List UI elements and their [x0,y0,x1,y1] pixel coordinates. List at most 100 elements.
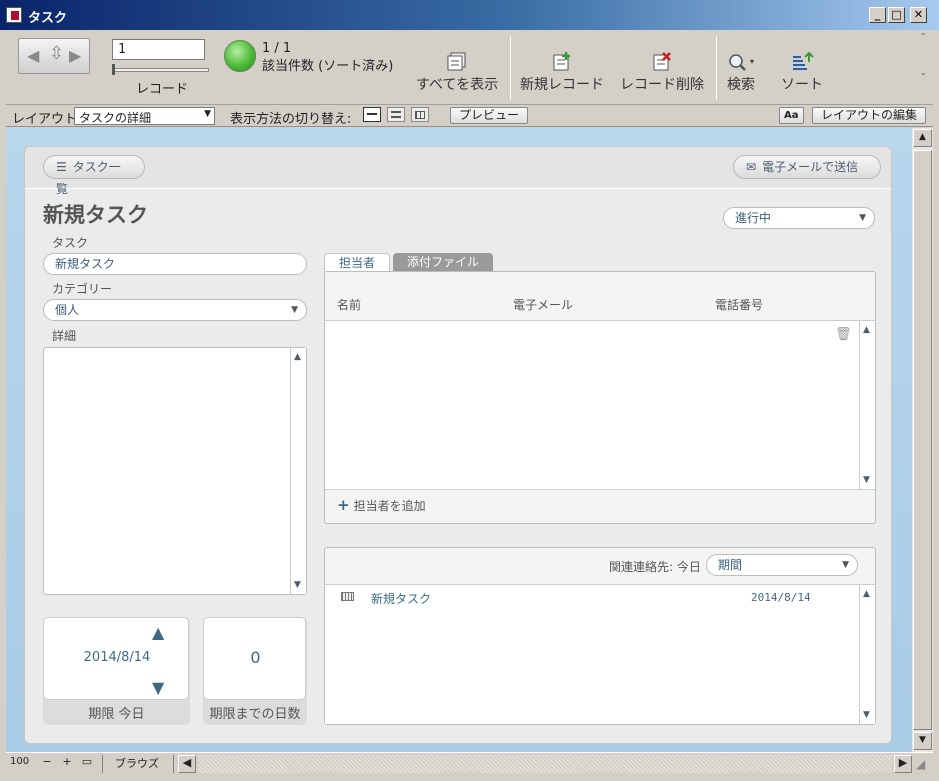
category-dropdown-value: 個人 [55,303,80,317]
form-view-button[interactable] [363,107,381,122]
list-icon: ☰ [56,160,67,174]
assignees-panel: 名前 電子メール 電話番号 🗑 ▲ ▼ + 担当者を追加 [324,271,876,524]
assignees-list: 🗑 ▲ ▼ [325,320,875,490]
zoom-level[interactable]: 100 [10,756,29,767]
category-dropdown[interactable]: 個人 ▼ [43,299,307,321]
sort-label: ソート [781,77,823,93]
days-until-box: 0 [203,617,306,700]
due-date-label: 期限 今日 [88,707,145,722]
prev-record-icon[interactable]: ◀ [27,46,39,65]
days-until-value: 0 [250,648,261,667]
assignees-scrollbar[interactable]: ▲ ▼ [859,321,875,489]
record-slider-handle[interactable] [112,64,115,75]
period-dropdown[interactable]: 期間 ▼ [706,554,858,576]
close-button[interactable]: ✕ [910,7,927,23]
scroll-down-icon[interactable]: ▼ [863,710,870,720]
task-detail-card: ☰ タスク一覧 ✉ 電子メールで送信 新規タスク 進行中 ▼ タスク 新規タスク カテ… [24,146,892,744]
text-size-icon[interactable]: Aa [779,107,804,124]
card-header: ☰ タスク一覧 ✉ 電子メールで送信 [25,147,891,196]
found-count-number: 1 / 1 [262,41,292,56]
trash-icon[interactable]: 🗑 [835,327,852,342]
details-label: 詳細 [52,329,77,343]
view-as-label: 表示方法の切り替え: [230,112,352,127]
minimize-button[interactable]: _ [869,7,886,23]
details-textarea[interactable]: ▲ ▼ [43,347,307,595]
date-down-icon[interactable]: ▼ [152,678,164,697]
days-until-label: 期限までの日数 [209,707,301,722]
sort-button[interactable]: ソート [781,52,823,94]
layout-bar: レイアウト: タスクの詳細 ▼ 表示方法の切り替え: プレビュー Aa レイアウト… [6,105,933,127]
found-set-pie-icon [224,40,256,72]
column-header-name: 名前 [337,298,362,312]
toolbar-collapse-icon[interactable]: ⌃ ⌄ [920,32,927,77]
zoom-in-icon[interactable]: + [58,755,76,773]
due-date-box: ▲ 2014/8/14 ▼ [43,617,189,700]
found-count: 1 / 1 該当件数 (ソート済み) [262,40,393,76]
toolbar-toggle-icon[interactable]: ▭ [78,755,96,773]
scroll-down-icon[interactable]: ▼ [913,732,932,750]
delete-record-button[interactable]: レコード削除 [620,52,704,94]
details-scrollbar[interactable]: ▲ ▼ [290,348,306,594]
preview-button[interactable]: プレビュー [450,107,529,124]
scroll-up-icon[interactable]: ▲ [294,352,301,362]
new-record-button[interactable]: 新規レコード [520,52,604,94]
record-label: レコード [136,82,189,97]
find-label: 検索 [727,77,755,93]
calendar-icon [341,592,354,601]
window-title-bar: タスク _ □ ✕ [0,0,939,30]
envelope-icon: ✉ [746,160,757,174]
sort-icon [793,52,814,70]
list-view-button[interactable] [387,107,405,122]
zoom-out-icon[interactable]: − [38,755,56,773]
column-header-email: 電子メール [513,298,574,312]
show-all-button[interactable]: すべてを表示 [416,52,498,94]
scroll-thumb[interactable] [913,150,932,730]
record-navigator-book[interactable]: ◀ ⇳ ▶ [18,38,90,74]
due-date-group: ▲ 2014/8/14 ▼ 期限 今日 [43,617,190,725]
scroll-right-icon[interactable]: ▶ [894,755,912,773]
send-email-button[interactable]: ✉ 電子メールで送信 [733,155,881,179]
table-view-button[interactable] [411,107,429,122]
column-header-phone: 電話番号 [715,298,764,312]
maximize-button[interactable]: □ [888,7,905,23]
tab-attachments[interactable]: 添付ファイル [393,253,494,272]
found-count-text: 該当件数 (ソート済み) [262,59,394,74]
window-scrollbar[interactable]: ▲ ▼ [912,128,933,752]
mode-indicator[interactable]: ブラウズ [102,755,174,773]
new-record-icon [553,52,570,71]
chevron-down-icon: ▼ [859,213,866,223]
window-title: タスク [28,11,68,26]
edit-layout-button[interactable]: レイアウトの編集 [812,107,927,124]
layout-label: レイアウト: [12,112,82,127]
scroll-up-icon[interactable]: ▲ [863,325,870,335]
find-button[interactable]: ▾ 検索 [726,52,756,94]
add-assignee-button[interactable]: + 担当者を追加 [337,496,426,514]
record-number-input[interactable]: 1 [112,39,205,60]
record-slider[interactable] [112,68,209,72]
scroll-down-icon[interactable]: ▼ [863,475,870,485]
related-task-date: 2014/8/14 [751,591,811,604]
due-date-value[interactable]: 2014/8/14 [44,650,190,665]
days-until-group: 0 期限までの日数 [203,617,307,725]
horizontal-scrollbar[interactable] [198,755,892,773]
related-scrollbar[interactable]: ▲ ▼ [859,585,875,724]
toolbar-divider [510,36,511,100]
scroll-up-icon[interactable]: ▲ [913,129,932,147]
resize-grip-icon[interactable]: ◢ [916,757,925,771]
next-record-icon[interactable]: ▶ [69,46,81,65]
list-item[interactable]: 新規タスク 2014/8/14 [325,589,859,609]
date-up-icon[interactable]: ▲ [152,623,164,642]
scroll-down-icon[interactable]: ▼ [294,580,301,590]
layout-dropdown[interactable]: タスクの詳細 ▼ [74,107,215,125]
task-name-field[interactable]: 新規タスク [43,253,307,275]
scroll-up-icon[interactable]: ▲ [863,589,870,599]
tab-assignees[interactable]: 担当者 [324,253,391,272]
related-list: 新規タスク 2014/8/14 ▲ ▼ [325,584,875,724]
scroll-left-icon[interactable]: ◀ [178,755,196,773]
chevron-down-icon: ▼ [204,109,211,119]
status-dropdown[interactable]: 進行中 ▼ [723,207,875,229]
send-email-button-label: 電子メールで送信 [762,160,859,174]
content-area: ☰ タスク一覧 ✉ 電子メールで送信 新規タスク 進行中 ▼ タスク 新規タスク カテ… [6,128,912,752]
task-label: タスク [52,236,89,250]
task-list-button[interactable]: ☰ タスク一覧 [43,155,145,196]
